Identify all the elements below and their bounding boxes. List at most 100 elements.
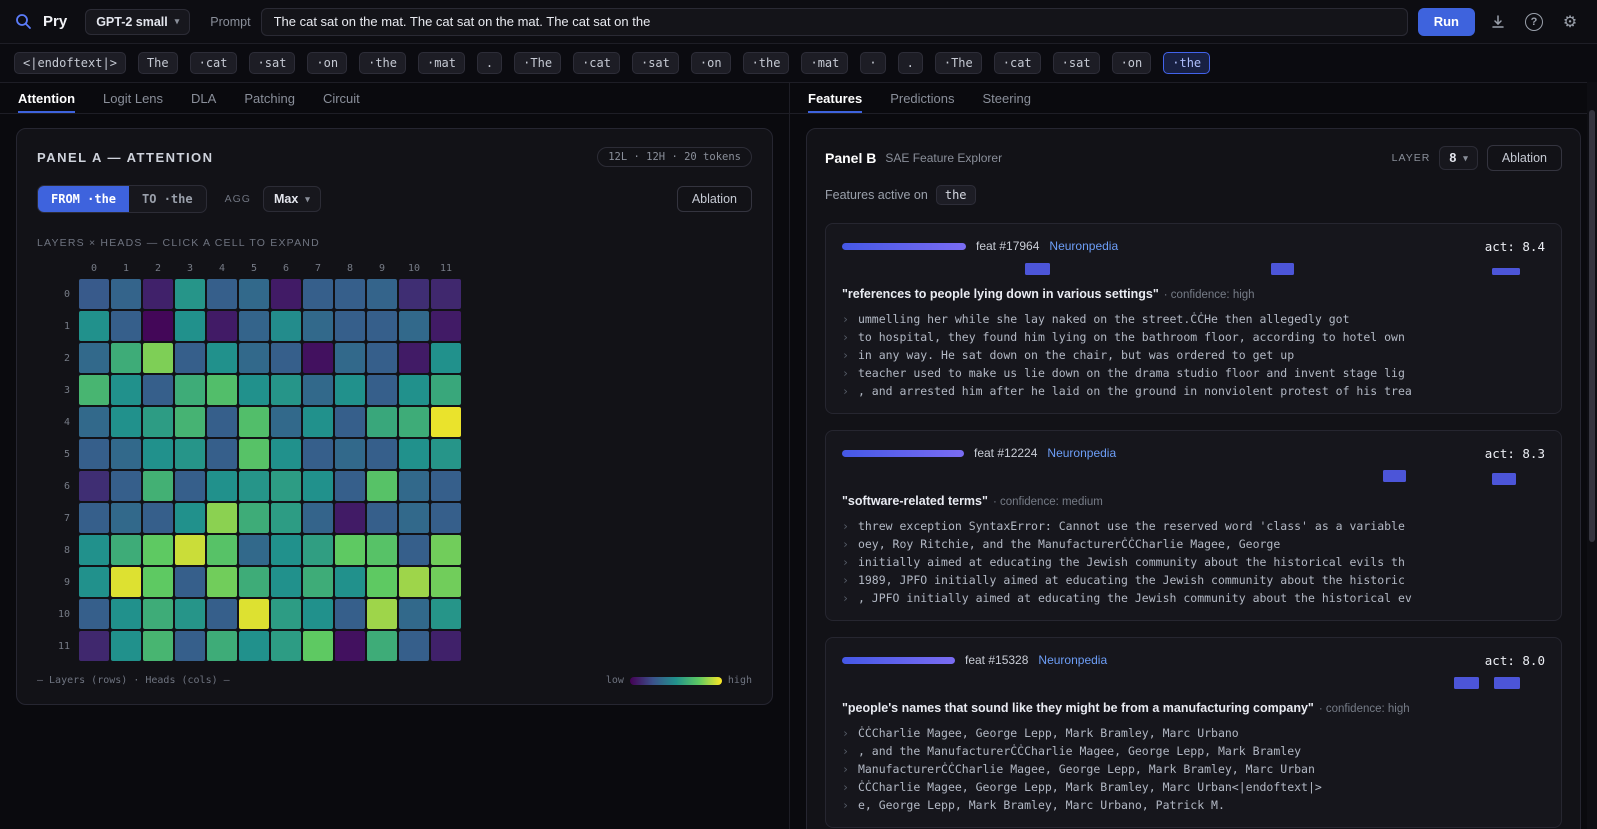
heatmap-cell[interactable]: [175, 439, 205, 469]
heatmap-cell[interactable]: [399, 311, 429, 341]
heatmap-cell[interactable]: [431, 503, 461, 533]
token-chip[interactable]: ·on: [307, 52, 348, 74]
heatmap-cell[interactable]: [303, 535, 333, 565]
neuronpedia-link[interactable]: Neuronpedia: [1049, 239, 1118, 253]
heatmap-cell[interactable]: [271, 535, 301, 565]
heatmap-cell[interactable]: [335, 279, 365, 309]
heatmap-cell[interactable]: [271, 311, 301, 341]
heatmap-cell[interactable]: [271, 279, 301, 309]
heatmap-cell[interactable]: [143, 375, 173, 405]
heatmap-cell[interactable]: [239, 535, 269, 565]
heatmap-cell[interactable]: [111, 631, 141, 661]
heatmap-cell[interactable]: [111, 535, 141, 565]
heatmap-cell[interactable]: [207, 471, 237, 501]
heatmap-cell[interactable]: [335, 535, 365, 565]
heatmap-cell[interactable]: [367, 471, 397, 501]
token-chip[interactable]: The: [137, 52, 178, 74]
heatmap-cell[interactable]: [431, 279, 461, 309]
heatmap-cell[interactable]: [111, 375, 141, 405]
token-chip[interactable]: ·The: [934, 52, 982, 74]
heatmap-cell[interactable]: [143, 631, 173, 661]
heatmap-cell[interactable]: [335, 407, 365, 437]
heatmap-cell[interactable]: [367, 375, 397, 405]
heatmap-cell[interactable]: [143, 535, 173, 565]
token-chip[interactable]: ·on: [1111, 52, 1152, 74]
heatmap-cell[interactable]: [143, 279, 173, 309]
heatmap-cell[interactable]: [79, 407, 109, 437]
gear-icon[interactable]: ⚙: [1557, 9, 1583, 35]
token-chip[interactable]: ·sat: [631, 52, 679, 74]
token-chip[interactable]: .: [897, 52, 923, 74]
heatmap-cell[interactable]: [207, 375, 237, 405]
tab-predictions[interactable]: Predictions: [890, 83, 954, 113]
heatmap-cell[interactable]: [175, 503, 205, 533]
heatmap-cell[interactable]: [111, 599, 141, 629]
heatmap-cell[interactable]: [271, 343, 301, 373]
layer-select[interactable]: 8 ▾: [1439, 146, 1478, 170]
heatmap-cell[interactable]: [367, 311, 397, 341]
scrollbar[interactable]: [1587, 82, 1597, 829]
heatmap-cell[interactable]: [303, 599, 333, 629]
heatmap-cell[interactable]: [431, 535, 461, 565]
token-chip[interactable]: ·mat: [418, 52, 465, 74]
heatmap-cell[interactable]: [303, 567, 333, 597]
heatmap-cell[interactable]: [175, 535, 205, 565]
heatmap-cell[interactable]: [399, 471, 429, 501]
heatmap-cell[interactable]: [207, 343, 237, 373]
token-chip[interactable]: ·on: [690, 52, 731, 74]
heatmap-cell[interactable]: [399, 343, 429, 373]
heatmap-cell[interactable]: [431, 343, 461, 373]
tab-logit-lens[interactable]: Logit Lens: [103, 83, 163, 113]
heatmap-cell[interactable]: [207, 503, 237, 533]
heatmap-cell[interactable]: [271, 631, 301, 661]
heatmap-cell[interactable]: [303, 407, 333, 437]
heatmap-cell[interactable]: [367, 407, 397, 437]
heatmap-cell[interactable]: [207, 535, 237, 565]
neuronpedia-link[interactable]: Neuronpedia: [1038, 653, 1107, 667]
heatmap-cell[interactable]: [143, 599, 173, 629]
tab-attention[interactable]: Attention: [18, 83, 76, 113]
heatmap-cell[interactable]: [79, 503, 109, 533]
token-chip[interactable]: ·sat: [1052, 52, 1100, 74]
heatmap-cell[interactable]: [143, 471, 173, 501]
heatmap-cell[interactable]: [79, 567, 109, 597]
heatmap-cell[interactable]: [335, 343, 365, 373]
heatmap-cell[interactable]: [399, 279, 429, 309]
heatmap-cell[interactable]: [207, 279, 237, 309]
heatmap-cell[interactable]: [175, 343, 205, 373]
heatmap-cell[interactable]: [431, 631, 461, 661]
heatmap-cell[interactable]: [111, 503, 141, 533]
panel-b-ablation-button[interactable]: Ablation: [1486, 145, 1562, 171]
token-chip[interactable]: ·: [860, 52, 886, 74]
heatmap-cell[interactable]: [239, 503, 269, 533]
heatmap-cell[interactable]: [143, 439, 173, 469]
heatmap-cell[interactable]: [399, 503, 429, 533]
heatmap-cell[interactable]: [335, 375, 365, 405]
heatmap-cell[interactable]: [111, 567, 141, 597]
heatmap-cell[interactable]: [399, 631, 429, 661]
heatmap-cell[interactable]: [207, 599, 237, 629]
heatmap-cell[interactable]: [175, 279, 205, 309]
heatmap-cell[interactable]: [111, 471, 141, 501]
heatmap-cell[interactable]: [271, 439, 301, 469]
heatmap-cell[interactable]: [335, 439, 365, 469]
heatmap-cell[interactable]: [399, 535, 429, 565]
heatmap-cell[interactable]: [335, 567, 365, 597]
token-chip[interactable]: ·The: [514, 52, 562, 74]
heatmap-cell[interactable]: [431, 439, 461, 469]
heatmap-cell[interactable]: [79, 311, 109, 341]
active-token-chip[interactable]: the: [935, 185, 976, 205]
token-chip[interactable]: ·the: [742, 52, 790, 74]
heatmap-cell[interactable]: [367, 535, 397, 565]
heatmap-cell[interactable]: [111, 311, 141, 341]
heatmap-cell[interactable]: [175, 599, 205, 629]
heatmap-cell[interactable]: [367, 439, 397, 469]
token-chip[interactable]: ·cat: [993, 52, 1041, 74]
heatmap-cell[interactable]: [239, 407, 269, 437]
heatmap-cell[interactable]: [111, 343, 141, 373]
heatmap-cell[interactable]: [79, 375, 109, 405]
token-chip[interactable]: .: [476, 52, 503, 74]
heatmap-cell[interactable]: [399, 599, 429, 629]
heatmap-cell[interactable]: [303, 343, 333, 373]
heatmap-cell[interactable]: [175, 375, 205, 405]
